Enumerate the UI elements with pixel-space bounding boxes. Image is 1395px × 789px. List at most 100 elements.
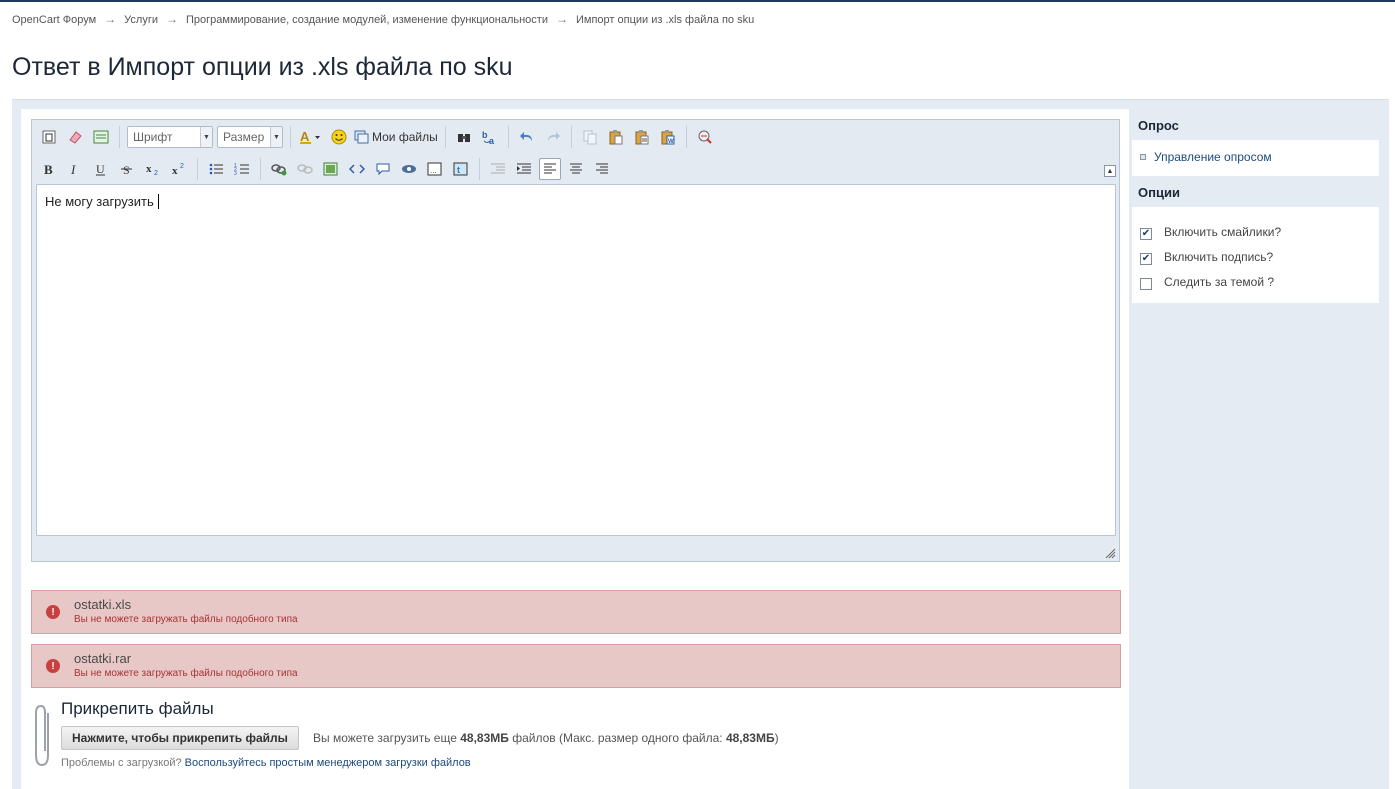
svg-text:a: a xyxy=(489,136,495,145)
link-icon[interactable] xyxy=(268,158,290,180)
attach-files-button[interactable]: Нажмите, чтобы прикрепить файлы xyxy=(61,726,299,750)
toolbar-separator xyxy=(685,126,687,148)
smiley-icon[interactable] xyxy=(328,126,350,148)
toolbar-separator xyxy=(479,158,480,180)
code-icon[interactable] xyxy=(346,158,368,180)
svg-text:x: x xyxy=(172,165,178,176)
image-icon[interactable] xyxy=(320,158,342,180)
page-title: Ответ в Импорт опции из .xls файла по sk… xyxy=(12,53,513,81)
upload-info-prefix: Вы можете загрузить еще xyxy=(313,731,457,745)
size-select[interactable]: Размер ▼ xyxy=(217,126,283,148)
subscript-icon[interactable]: x2 xyxy=(142,158,164,180)
main-panel: Шрифт ▼ Размер ▼ A Мои файлы ba W B I U … xyxy=(21,109,1129,789)
breadcrumb-topic[interactable]: Импорт опции из .xls файла по sku xyxy=(576,14,754,26)
editor-toolbar-row-1: Шрифт ▼ Размер ▼ A Мои файлы ba W xyxy=(36,123,718,151)
breadcrumb-forum[interactable]: OpenCart Форум xyxy=(12,14,96,26)
editor-text-area[interactable]: Не могу загрузить xyxy=(36,184,1116,536)
spellcheck-icon[interactable] xyxy=(694,126,716,148)
quote-icon[interactable] xyxy=(372,158,394,180)
svg-text:3: 3 xyxy=(234,171,237,176)
font-select-label: Шрифт xyxy=(133,130,173,144)
breadcrumb-separator: → xyxy=(166,12,178,26)
upload-info-suffix: ) xyxy=(774,731,779,745)
source-mode-icon[interactable] xyxy=(38,126,60,148)
manage-poll-link[interactable]: Управление опросом xyxy=(1138,150,1373,164)
breadcrumb-services[interactable]: Услуги xyxy=(124,14,158,26)
upload-help-text: Проблемы с загрузкой? xyxy=(61,757,182,769)
bold-icon[interactable]: B xyxy=(38,158,60,180)
reply-form-container: Шрифт ▼ Размер ▼ A Мои файлы ba W B I U … xyxy=(12,99,1389,789)
align-left-icon[interactable] xyxy=(539,158,561,180)
resize-handle-icon[interactable] xyxy=(1104,547,1116,559)
twitter-icon[interactable]: t xyxy=(450,158,472,180)
svg-text:B: B xyxy=(44,162,53,176)
upload-error-2: ! ostatki.rar Вы не можете загружать фай… xyxy=(31,644,1121,688)
breadcrumb-programming[interactable]: Программирование, создание модулей, изме… xyxy=(186,14,548,26)
toolbar-separator xyxy=(444,126,446,148)
breadcrumb-separator: → xyxy=(556,12,568,26)
toolbar-separator xyxy=(260,158,261,180)
unlink-icon[interactable] xyxy=(294,158,316,180)
basic-uploader-link[interactable]: Воспользуйтесь простым менеджером загруз… xyxy=(185,757,471,769)
svg-text:A: A xyxy=(300,129,310,144)
bullet-list-icon[interactable] xyxy=(205,158,227,180)
align-center-icon[interactable] xyxy=(565,158,587,180)
underline-icon[interactable]: U xyxy=(90,158,112,180)
indent-icon[interactable] xyxy=(513,158,535,180)
poll-panel: Управление опросом xyxy=(1132,140,1379,176)
follow-topic-checkbox[interactable] xyxy=(1140,277,1152,290)
italic-icon[interactable]: I xyxy=(64,158,86,180)
svg-text:x: x xyxy=(146,163,152,175)
strikethrough-icon[interactable]: S xyxy=(116,158,138,180)
error-icon: ! xyxy=(46,659,60,673)
upload-limit-info: Вы можете загрузить еще 48,83МБ файлов (… xyxy=(313,731,779,745)
toggle-editor-icon[interactable] xyxy=(90,126,112,148)
superscript-icon[interactable]: x2 xyxy=(168,158,190,180)
svg-text:U: U xyxy=(96,162,105,176)
paperclip-icon xyxy=(35,704,49,767)
paste-text-icon[interactable] xyxy=(631,126,653,148)
svg-text:2: 2 xyxy=(154,170,158,176)
toolbar-separator xyxy=(507,126,509,148)
text-caret xyxy=(157,194,159,209)
svg-text:I: I xyxy=(70,162,76,176)
option-signature[interactable]: ✔ Включить подпись? xyxy=(1138,244,1373,269)
option-emoticons[interactable]: ✔ Включить смайлики? xyxy=(1138,219,1373,244)
text-color-icon[interactable]: A xyxy=(298,126,324,148)
chevron-down-icon: ▼ xyxy=(270,127,282,147)
options-header: Опции xyxy=(1132,176,1379,207)
toolbar-separator xyxy=(197,158,198,180)
sidebar: Опрос Управление опросом Опции ✔ Включить… xyxy=(1132,109,1379,303)
my-files-button[interactable]: Мои файлы xyxy=(354,126,438,148)
spoiler-icon[interactable] xyxy=(398,158,420,180)
attach-files-section: Прикрепить файлы Нажмите, чтобы прикрепи… xyxy=(31,697,1121,787)
remove-format-icon[interactable] xyxy=(64,126,86,148)
error-message: Вы не можете загружать файлы подобного т… xyxy=(74,614,298,625)
redo-icon[interactable] xyxy=(542,126,564,148)
align-right-icon[interactable] xyxy=(591,158,613,180)
signature-checkbox[interactable]: ✔ xyxy=(1140,252,1152,265)
option-label: Следить за темой ? xyxy=(1164,274,1275,289)
toolbar-separator xyxy=(290,126,291,148)
emoticons-checkbox[interactable]: ✔ xyxy=(1140,227,1152,240)
font-select[interactable]: Шрифт ▼ xyxy=(127,126,213,148)
copy-icon[interactable] xyxy=(579,126,601,148)
numbered-list-icon[interactable]: 123 xyxy=(231,158,253,180)
option-follow-topic[interactable]: Следить за темой ? xyxy=(1138,269,1373,294)
find-icon[interactable] xyxy=(453,126,475,148)
paste-word-icon[interactable]: W xyxy=(657,126,679,148)
editor-toolbar-row-2: B I U S x2 x2 123 ... t xyxy=(36,155,615,183)
remaining-size: 48,83МБ xyxy=(460,731,509,745)
upload-info-middle: файлов (Макс. размер одного файла: xyxy=(512,731,723,745)
outdent-icon[interactable] xyxy=(487,158,509,180)
replace-icon[interactable]: ba xyxy=(479,126,501,148)
undo-icon[interactable] xyxy=(516,126,538,148)
paste-icon[interactable] xyxy=(605,126,627,148)
files-icon xyxy=(354,130,369,144)
manage-poll-label: Управление опросом xyxy=(1154,150,1272,164)
svg-text:W: W xyxy=(668,139,674,145)
error-icon: ! xyxy=(46,605,60,619)
more-icon[interactable]: ... xyxy=(424,158,446,180)
rich-text-editor: Шрифт ▼ Размер ▼ A Мои файлы ba W B I U … xyxy=(31,119,1120,562)
collapse-toolbar-icon[interactable]: ▲ xyxy=(1104,165,1116,177)
